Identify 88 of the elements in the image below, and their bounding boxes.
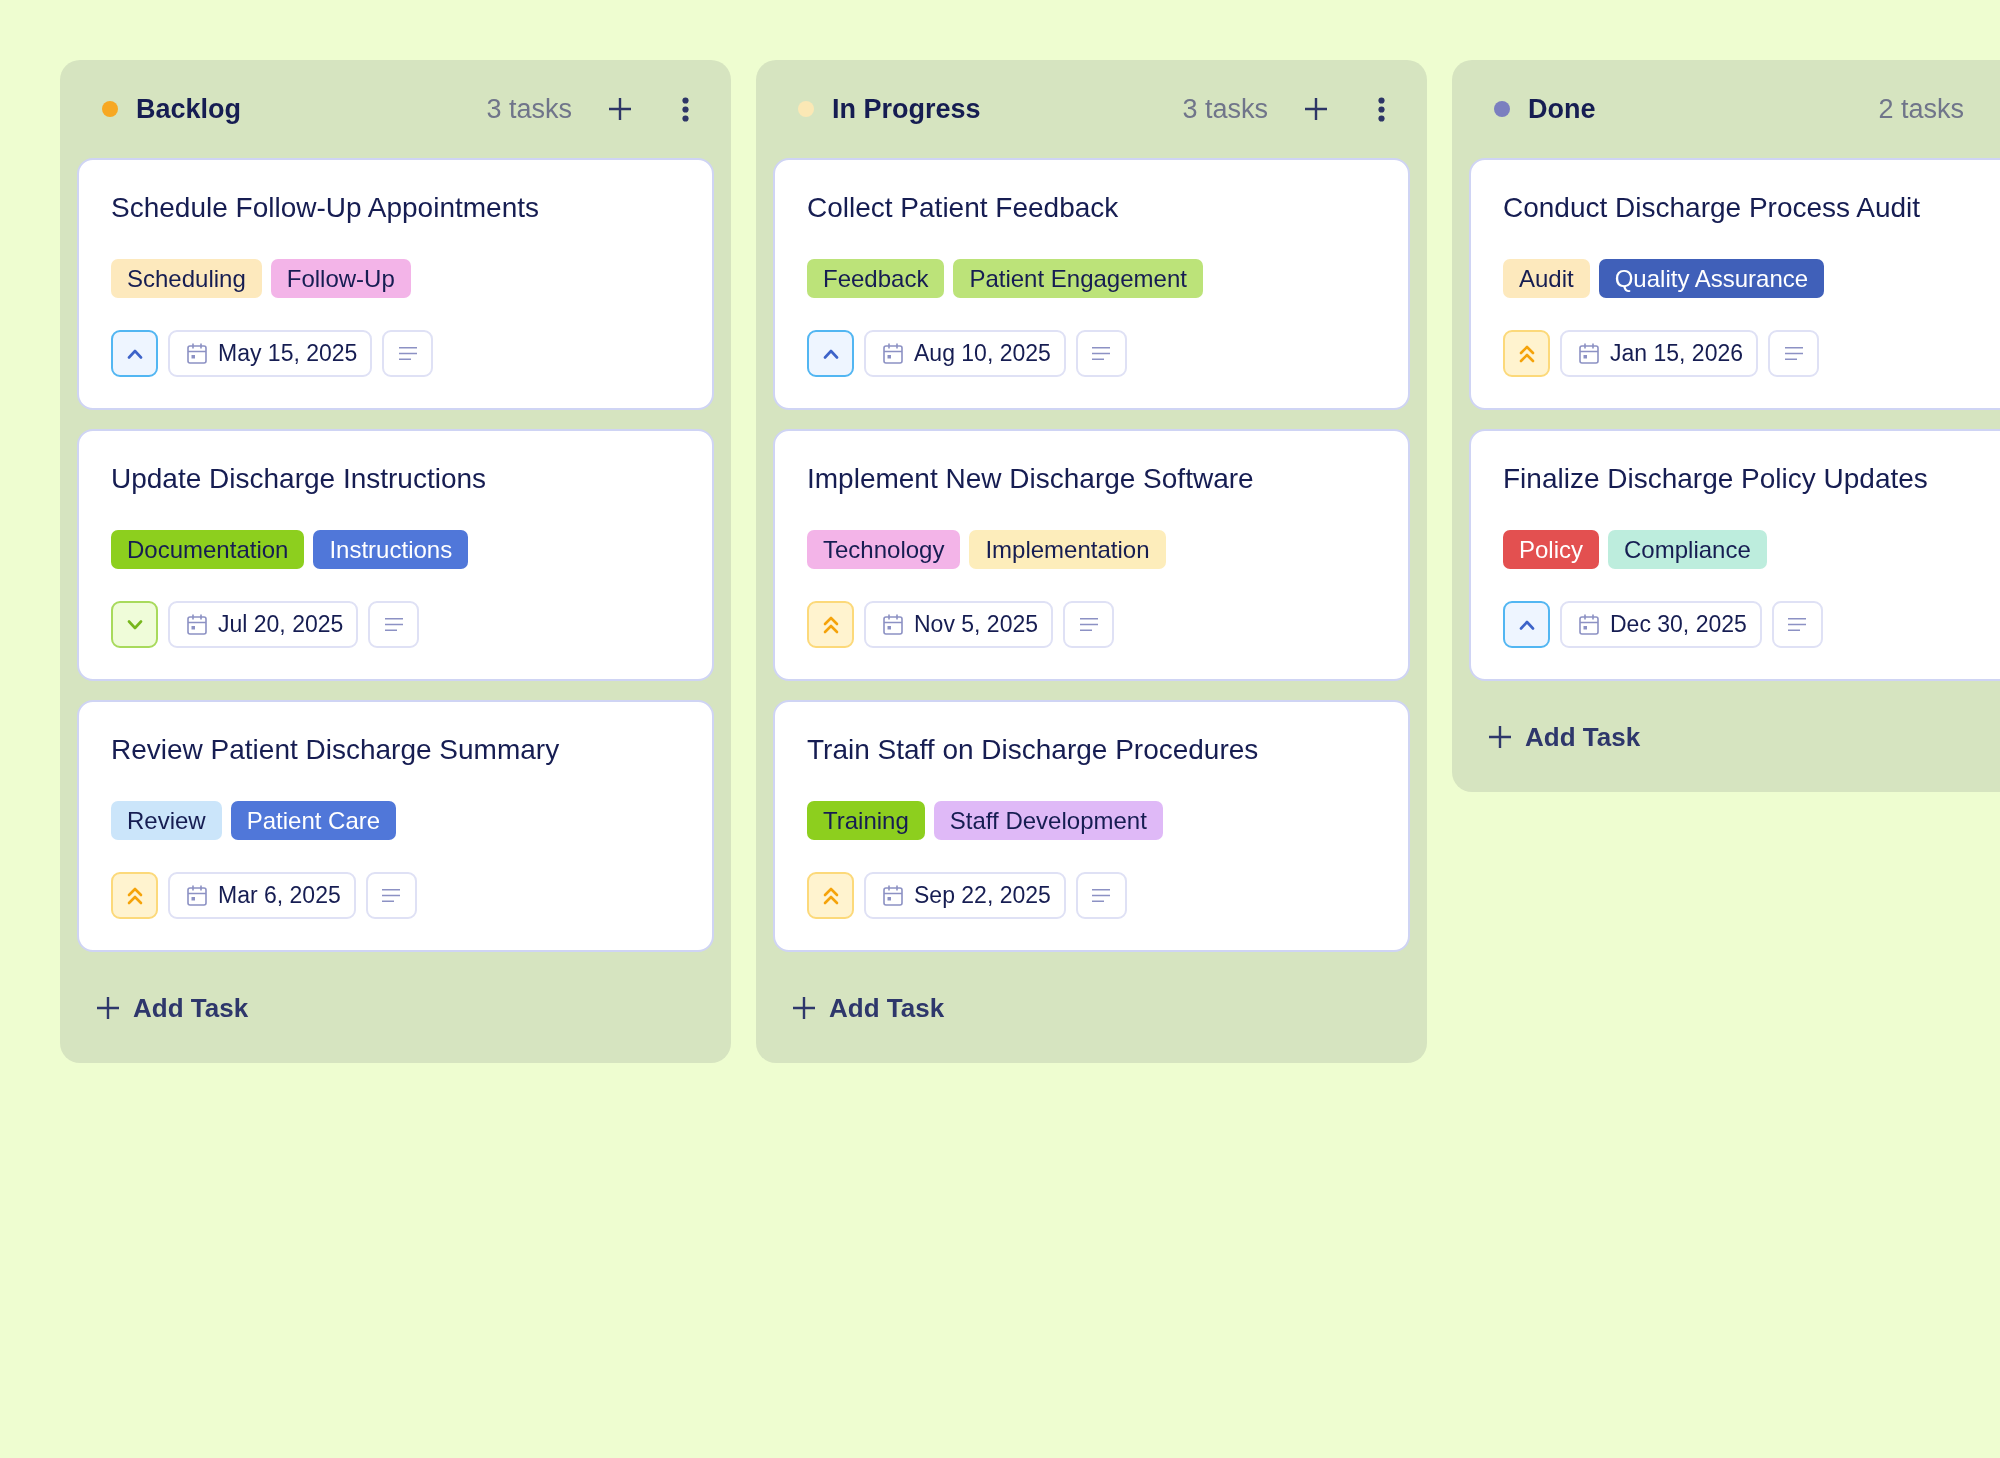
plus-icon xyxy=(1305,98,1327,120)
due-date-button[interactable]: May 15, 2025 xyxy=(168,330,373,377)
task-title: Finalize Discharge Policy Updates xyxy=(1503,462,1928,496)
task-tag: Technology xyxy=(807,530,961,569)
chevron-down-icon xyxy=(126,619,143,630)
priority-button[interactable] xyxy=(111,872,158,919)
task-tag: Audit xyxy=(1503,259,1590,298)
plus-icon xyxy=(609,98,631,120)
task-title: Update Discharge Instructions xyxy=(111,462,487,496)
task-count: 3 tasks xyxy=(1182,93,1268,125)
task-tag: Training xyxy=(807,801,925,840)
text-lines-icon xyxy=(1092,347,1111,360)
text-lines-icon xyxy=(1788,618,1807,631)
task-title: Train Staff on Discharge Procedures xyxy=(807,733,1259,767)
column-title: Done xyxy=(1528,93,1596,125)
double-chevron-up-icon xyxy=(1518,344,1535,363)
calendar-icon xyxy=(1579,343,1599,364)
task-tag: Review xyxy=(111,801,222,840)
chevron-up-icon xyxy=(126,348,143,359)
calendar-icon xyxy=(883,343,903,364)
plus-icon xyxy=(1489,726,1511,748)
task-tag: Scheduling xyxy=(111,259,262,298)
notes-button[interactable] xyxy=(1768,330,1819,377)
task-title: Collect Patient Feedback xyxy=(807,191,1119,225)
calendar-icon xyxy=(187,885,207,906)
due-date-button[interactable]: Jan 15, 2026 xyxy=(1560,330,1758,377)
task-tag: Policy xyxy=(1503,530,1600,569)
priority-button[interactable] xyxy=(807,330,854,377)
text-lines-icon xyxy=(1092,889,1111,902)
text-lines-icon xyxy=(398,347,417,360)
task-tag: Feedback xyxy=(807,259,945,298)
text-lines-icon xyxy=(384,618,403,631)
task-title: Schedule Follow-Up Appointments xyxy=(111,191,539,225)
due-date-button[interactable]: Dec 30, 2025 xyxy=(1560,601,1762,648)
due-date-button[interactable]: Jul 20, 2025 xyxy=(168,601,359,648)
priority-button[interactable] xyxy=(807,601,854,648)
task-tag: Staff Development xyxy=(933,801,1163,840)
add-task-button[interactable]: Add Task xyxy=(1469,699,1653,775)
calendar-icon xyxy=(883,885,903,906)
task-count: 3 tasks xyxy=(486,93,572,125)
chevron-up-icon xyxy=(1518,619,1535,630)
notes-button[interactable] xyxy=(1063,601,1115,648)
calendar-icon xyxy=(187,614,207,635)
vertical-dots-icon xyxy=(681,96,689,122)
text-lines-icon xyxy=(382,889,401,902)
due-date-button[interactable]: Aug 10, 2025 xyxy=(864,330,1066,377)
notes-button[interactable] xyxy=(368,601,420,648)
text-lines-icon xyxy=(1784,347,1803,360)
notes-button[interactable] xyxy=(1771,601,1823,648)
task-tag: Compliance xyxy=(1608,530,1767,569)
task-title: Conduct Discharge Process Audit xyxy=(1503,191,1921,225)
task-tag: Instructions xyxy=(313,530,469,569)
task-tag: Quality Assurance xyxy=(1598,259,1825,298)
task-tag: Patient Engagement xyxy=(953,259,1203,298)
chevron-up-icon xyxy=(822,348,839,359)
task-count: 2 tasks xyxy=(1878,93,1964,125)
double-chevron-up-icon xyxy=(822,615,839,634)
due-date-button[interactable]: Mar 6, 2025 xyxy=(168,872,356,919)
priority-button[interactable] xyxy=(1503,330,1550,377)
priority-button[interactable] xyxy=(807,872,854,919)
task-title: Review Patient Discharge Summary xyxy=(111,733,560,767)
task-tag: Follow-Up xyxy=(270,259,411,298)
column-title: Backlog xyxy=(136,93,242,125)
notes-button[interactable] xyxy=(365,872,417,919)
calendar-icon xyxy=(1579,614,1599,635)
task-tag: Patient Care xyxy=(230,801,397,840)
due-date-button[interactable]: Sep 22, 2025 xyxy=(864,872,1066,919)
notes-button[interactable] xyxy=(1075,330,1127,377)
task-tag: Implementation xyxy=(969,530,1166,569)
due-date-button[interactable]: Nov 5, 2025 xyxy=(864,601,1054,648)
priority-button[interactable] xyxy=(111,330,158,377)
plus-icon xyxy=(793,997,815,1019)
notes-button[interactable] xyxy=(382,330,434,377)
plus-icon xyxy=(97,997,119,1019)
double-chevron-up-icon xyxy=(126,886,143,905)
add-task-button[interactable]: Add Task xyxy=(77,970,261,1046)
priority-button[interactable] xyxy=(111,601,158,648)
double-chevron-up-icon xyxy=(822,886,839,905)
text-lines-icon xyxy=(1079,618,1098,631)
task-title: Implement New Discharge Software xyxy=(807,462,1254,496)
priority-button[interactable] xyxy=(1503,601,1550,648)
column-title: In Progress xyxy=(832,93,981,125)
task-tag: Documentation xyxy=(111,530,305,569)
calendar-icon xyxy=(187,343,207,364)
calendar-icon xyxy=(883,614,903,635)
notes-button[interactable] xyxy=(1075,872,1127,919)
add-task-button[interactable]: Add Task xyxy=(773,970,957,1046)
vertical-dots-icon xyxy=(1377,96,1385,122)
